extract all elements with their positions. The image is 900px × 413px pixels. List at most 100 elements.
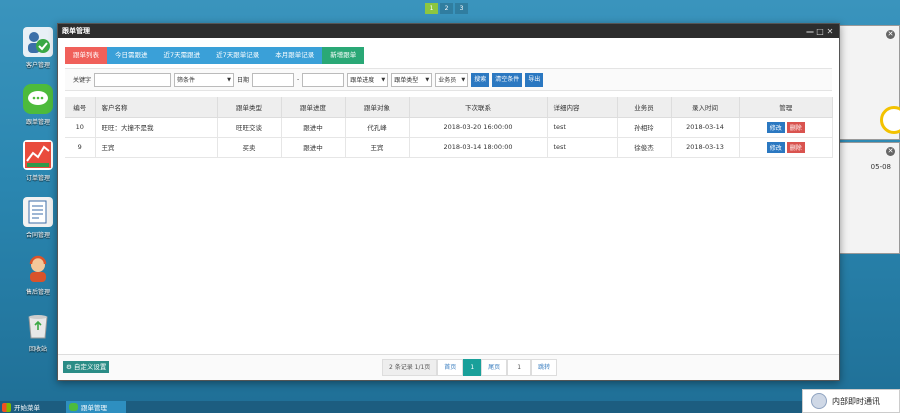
tab-last-7-days-records[interactable]: 近7天跟单记录 — [208, 47, 268, 64]
pager-last[interactable]: 尾页 — [481, 359, 508, 376]
im-label: 内部即时通讯 — [832, 396, 880, 406]
taskbar — [0, 401, 900, 413]
window-footer: ⚙ 自定义设置 2 条记录 1/1页 首页 1 尾页 1 跳转 — [58, 354, 839, 380]
keyword-label: 关键字 — [73, 77, 92, 84]
type-select-value: 跟单类型 — [394, 77, 419, 84]
background-window-2[interactable]: ✕ 05-08 — [839, 142, 900, 254]
desktop-icon-orders[interactable]: 订单管理 — [18, 140, 58, 182]
page-number-input[interactable]: 1 — [507, 359, 532, 376]
minimize-button[interactable]: — — [805, 27, 815, 36]
date-to-input[interactable] — [302, 72, 345, 87]
windows-logo-icon — [2, 402, 11, 412]
cell-actions: 修改 删除 — [739, 117, 833, 138]
cell-progress: 跟进中 — [281, 137, 346, 158]
start-menu-label: 开始菜单 — [14, 404, 40, 412]
maximize-button[interactable]: □ — [815, 27, 825, 36]
edit-button[interactable]: 修改 — [766, 141, 785, 153]
close-button[interactable]: ✕ — [825, 27, 835, 36]
delete-button[interactable]: 删除 — [786, 141, 805, 153]
clear-conditions-button[interactable]: 清空条件 — [492, 72, 523, 87]
cell-detail: test — [547, 117, 618, 138]
desktop-icon-label: 回收站 — [28, 346, 47, 353]
table-row[interactable]: 9 王宾 买卖 跟进中 王宾 2018-03-14 18:00:00 test … — [65, 137, 833, 158]
condition-select[interactable]: 筛条件 ▼ — [174, 72, 235, 87]
cell-target: 王宾 — [345, 137, 410, 158]
cell-target: 代孔峰 — [345, 117, 410, 138]
pager-jump[interactable]: 跳转 — [531, 359, 558, 376]
export-button[interactable]: 导出 — [525, 72, 544, 87]
cell-customer: 王宾 — [95, 137, 218, 158]
desktop-icon-contracts[interactable]: 合同管理 — [18, 197, 58, 239]
custom-settings-label: 自定义设置 — [73, 363, 107, 371]
cell-id: 9 — [65, 137, 96, 158]
desktop-icon-label: 订单管理 — [25, 175, 50, 182]
cell-staff: 徐俊杰 — [617, 137, 672, 158]
desktop-icon-label: 客户管理 — [25, 62, 50, 69]
desktop-icon-label: 合同管理 — [25, 232, 50, 239]
chevron-down-icon: ▼ — [461, 76, 466, 83]
customer-icon — [23, 27, 53, 57]
pager-current[interactable]: 1 — [463, 359, 482, 376]
recycle-bin-icon — [23, 311, 53, 341]
cell-customer: 旺旺：大撞不是我 — [95, 117, 218, 138]
close-icon[interactable]: ✕ — [886, 30, 895, 39]
table-row[interactable]: 10 旺旺：大撞不是我 旺旺交谈 跟进中 代孔峰 2018-03-20 16:0… — [65, 117, 833, 138]
table-header-row: 编号 客户名称 跟单类型 跟单进度 跟单对象 下次联系 详细内容 业务员 录入时… — [65, 97, 833, 118]
cell-created: 2018-03-13 — [671, 137, 740, 158]
cell-detail: test — [547, 137, 618, 158]
pager-first[interactable]: 首页 — [437, 359, 464, 376]
workspace-1-button[interactable]: 1 — [425, 3, 438, 14]
column-header[interactable]: 跟单进度 — [281, 97, 346, 118]
column-header[interactable]: 客户名称 — [95, 97, 218, 118]
cell-type: 旺旺交谈 — [217, 117, 282, 138]
clock-widget-icon — [880, 106, 900, 134]
column-header[interactable]: 跟单类型 — [217, 97, 282, 118]
desktop-icon-followup[interactable]: 跟单管理 — [18, 84, 58, 126]
pager-info: 2 条记录 1/1页 — [382, 359, 438, 376]
desktop-icon-label: 跟单管理 — [25, 119, 50, 126]
column-header[interactable]: 业务员 — [617, 97, 672, 118]
desktop-icon-recycle[interactable]: 回收站 — [18, 311, 58, 353]
close-icon[interactable]: ✕ — [886, 147, 895, 156]
document-icon — [23, 197, 53, 227]
window-title: 跟单管理 — [62, 27, 90, 35]
date-from-input[interactable] — [252, 72, 295, 87]
tab-next-7-days[interactable]: 近7天需跟进 — [155, 47, 209, 64]
tab-this-month-records[interactable]: 本月跟单记录 — [267, 47, 323, 64]
delete-button[interactable]: 删除 — [786, 121, 805, 133]
chat-icon — [69, 403, 78, 411]
desktop-icon-aftersales[interactable]: 售后管理 — [18, 254, 58, 296]
avatar — [811, 393, 827, 409]
chat-icon — [23, 84, 53, 114]
support-agent-icon — [23, 254, 53, 284]
column-header[interactable]: 录入时间 — [671, 97, 740, 118]
column-header[interactable]: 下次联系 — [409, 97, 548, 118]
custom-settings-button[interactable]: ⚙ 自定义设置 — [63, 361, 110, 373]
settings-icon: ⚙ — [66, 363, 72, 371]
column-header[interactable]: 跟单对象 — [345, 97, 410, 118]
desktop-icon-customer[interactable]: 客户管理 — [18, 27, 58, 69]
pagination: 2 条记录 1/1页 首页 1 尾页 1 跳转 — [382, 359, 558, 376]
column-header[interactable]: 编号 — [65, 97, 96, 118]
background-date-text: 05-08 — [870, 163, 891, 171]
type-select[interactable]: 跟单类型 ▼ — [391, 72, 433, 87]
start-menu-button[interactable]: 开始菜单 — [2, 401, 40, 413]
chevron-down-icon: ▼ — [425, 76, 430, 83]
tab-followup-list[interactable]: 跟单列表 — [65, 47, 107, 64]
chart-icon — [23, 140, 53, 170]
edit-button[interactable]: 修改 — [766, 121, 785, 133]
taskbar-item-label: 跟单管理 — [81, 404, 107, 412]
workspace-2-button[interactable]: 2 — [440, 3, 453, 14]
chevron-down-icon: ▼ — [381, 76, 386, 83]
progress-select[interactable]: 跟单进度 ▼ — [347, 72, 389, 87]
column-header[interactable]: 详细内容 — [547, 97, 618, 118]
window-titlebar[interactable]: 跟单管理 — □ ✕ — [58, 24, 839, 38]
tab-new-followup[interactable]: 新增跟单 — [322, 47, 365, 64]
instant-messaging-widget[interactable]: 内部即时通讯 — [802, 389, 900, 413]
keyword-input[interactable] — [94, 72, 172, 87]
taskbar-item-followup[interactable]: 跟单管理 — [66, 401, 126, 413]
staff-select[interactable]: 业务员 ▼ — [435, 72, 469, 87]
search-button[interactable]: 搜索 — [471, 72, 490, 87]
tab-today[interactable]: 今日需跟进 — [107, 47, 156, 64]
workspace-3-button[interactable]: 3 — [455, 3, 468, 14]
